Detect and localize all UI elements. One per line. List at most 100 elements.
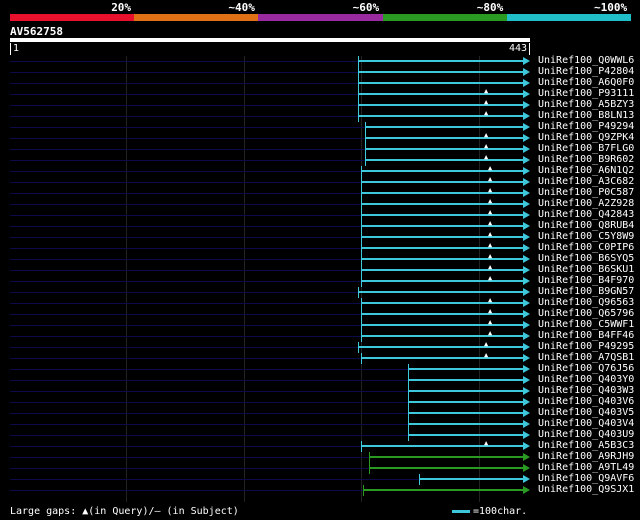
gap-legend: Large gaps: ▲(in Query)/— (in Subject)	[10, 506, 239, 517]
hit-row[interactable]: UniRef100_Q9SJX1	[0, 484, 640, 496]
hit-label[interactable]: UniRef100_Q9ZPK4	[538, 132, 634, 143]
alignment-bar[interactable]	[361, 181, 523, 183]
alignment-arrow	[523, 90, 530, 98]
hit-label[interactable]: UniRef100_B9GN57	[538, 286, 634, 297]
hit-label[interactable]: UniRef100_Q403U9	[538, 429, 634, 440]
hit-label[interactable]: UniRef100_Q76J56	[538, 363, 634, 374]
alignment-bar[interactable]	[365, 148, 523, 150]
hit-label[interactable]: UniRef100_A5B3C3	[538, 440, 634, 451]
hit-label[interactable]: UniRef100_C0PIP6	[538, 242, 634, 253]
alignment-bar[interactable]	[408, 379, 523, 381]
alignment-bar[interactable]	[358, 82, 523, 84]
query-gap-marker: ▲	[488, 186, 493, 194]
alignment-bar[interactable]	[361, 258, 523, 260]
alignment-bar[interactable]	[361, 280, 523, 282]
alignment-bar[interactable]	[408, 401, 523, 403]
alignment-bar[interactable]	[408, 368, 523, 370]
hit-label[interactable]: UniRef100_Q65796	[538, 308, 634, 319]
alignment-bar[interactable]	[361, 445, 523, 447]
hit-label[interactable]: UniRef100_Q9AVF6	[538, 473, 634, 484]
alignment-bar[interactable]	[358, 104, 523, 106]
hit-label[interactable]: UniRef100_C5Y8W9	[538, 231, 634, 242]
hit-label[interactable]: UniRef100_Q42843	[538, 209, 634, 220]
alignment-bar[interactable]	[358, 93, 523, 95]
unaligned-region	[10, 468, 369, 469]
alignment-bar[interactable]	[365, 126, 523, 128]
hit-label[interactable]: UniRef100_A3C682	[538, 176, 634, 187]
unaligned-region	[10, 369, 408, 370]
hit-label[interactable]: UniRef100_Q403V6	[538, 396, 634, 407]
alignment-bar[interactable]	[361, 192, 523, 194]
hit-label[interactable]: UniRef100_P49294	[538, 121, 634, 132]
alignment-bar[interactable]	[408, 423, 523, 425]
alignment-bar[interactable]	[408, 412, 523, 414]
hit-label[interactable]: UniRef100_B7FLG0	[538, 143, 634, 154]
hit-label[interactable]: UniRef100_A9TL49	[538, 462, 634, 473]
hit-label[interactable]: UniRef100_P0C587	[538, 187, 634, 198]
scale-segment	[134, 14, 259, 21]
query-gap-marker: ▲	[488, 197, 493, 205]
hit-label[interactable]: UniRef100_A5BZY3	[538, 99, 634, 110]
alignment-bar[interactable]	[358, 291, 523, 293]
hit-label[interactable]: UniRef100_P42804	[538, 66, 634, 77]
unaligned-region	[10, 259, 361, 260]
alignment-arrow	[523, 145, 530, 153]
alignment-bar[interactable]	[361, 214, 523, 216]
hit-label[interactable]: UniRef100_A6Q0F0	[538, 77, 634, 88]
alignment-arrow	[523, 266, 530, 274]
alignment-bar[interactable]	[361, 302, 523, 304]
hit-label[interactable]: UniRef100_P93111	[538, 88, 634, 99]
alignment-bar[interactable]	[361, 225, 523, 227]
alignment-bar[interactable]	[361, 236, 523, 238]
alignment-bar[interactable]	[361, 203, 523, 205]
query-gap-marker: ▲	[484, 439, 489, 447]
alignment-bar[interactable]	[408, 434, 523, 436]
alignment-bar[interactable]	[358, 115, 523, 117]
alignment-bar[interactable]	[419, 478, 523, 480]
alignment-bar[interactable]	[361, 335, 523, 337]
hit-label[interactable]: UniRef100_B8LN13	[538, 110, 634, 121]
alignment-bar[interactable]	[358, 60, 523, 62]
hit-label[interactable]: UniRef100_C5WWF1	[538, 319, 634, 330]
unaligned-region	[10, 72, 358, 73]
hit-label[interactable]: UniRef100_Q403V4	[538, 418, 634, 429]
unaligned-region	[10, 127, 365, 128]
alignment-arrow	[523, 233, 530, 241]
hit-label[interactable]: UniRef100_B6SYQ5	[538, 253, 634, 264]
hit-label[interactable]: UniRef100_P49295	[538, 341, 634, 352]
unaligned-region	[10, 358, 361, 359]
alignment-arrow	[523, 475, 530, 483]
hit-label[interactable]: UniRef100_B4FF46	[538, 330, 634, 341]
alignment-arrow	[523, 123, 530, 131]
hit-label[interactable]: UniRef100_A6N1Q2	[538, 165, 634, 176]
hit-label[interactable]: UniRef100_A2Z928	[538, 198, 634, 209]
alignment-bar[interactable]	[369, 467, 523, 469]
hit-label[interactable]: UniRef100_Q96563	[538, 297, 634, 308]
hit-label[interactable]: UniRef100_Q403W3	[538, 385, 634, 396]
alignment-bar[interactable]	[361, 313, 523, 315]
alignment-bar[interactable]	[361, 269, 523, 271]
hit-label[interactable]: UniRef100_Q403Y0	[538, 374, 634, 385]
alignment-bar[interactable]	[358, 71, 523, 73]
hit-label[interactable]: UniRef100_A9RJH9	[538, 451, 634, 462]
hit-label[interactable]: UniRef100_B6SKU1	[538, 264, 634, 275]
alignment-bar[interactable]	[363, 489, 523, 491]
hit-label[interactable]: UniRef100_B9R602	[538, 154, 634, 165]
alignment-bar[interactable]	[361, 247, 523, 249]
alignment-bar[interactable]	[358, 346, 523, 348]
hit-label[interactable]: UniRef100_Q8RUB4	[538, 220, 634, 231]
query-gap-marker: ▲	[488, 241, 493, 249]
query-gap-marker: ▲	[488, 296, 493, 304]
hit-label[interactable]: UniRef100_A7QSB1	[538, 352, 634, 363]
hit-label[interactable]: UniRef100_Q0WWL6	[538, 55, 634, 66]
alignment-bar[interactable]	[361, 324, 523, 326]
hit-label[interactable]: UniRef100_Q9SJX1	[538, 484, 634, 495]
alignment-bar[interactable]	[365, 159, 523, 161]
alignment-bar[interactable]	[361, 357, 523, 359]
alignment-bar[interactable]	[369, 456, 523, 458]
alignment-bar[interactable]	[365, 137, 523, 139]
alignment-bar[interactable]	[361, 170, 523, 172]
alignment-bar[interactable]	[408, 390, 523, 392]
hit-label[interactable]: UniRef100_B4F970	[538, 275, 634, 286]
hit-label[interactable]: UniRef100_Q403V5	[538, 407, 634, 418]
